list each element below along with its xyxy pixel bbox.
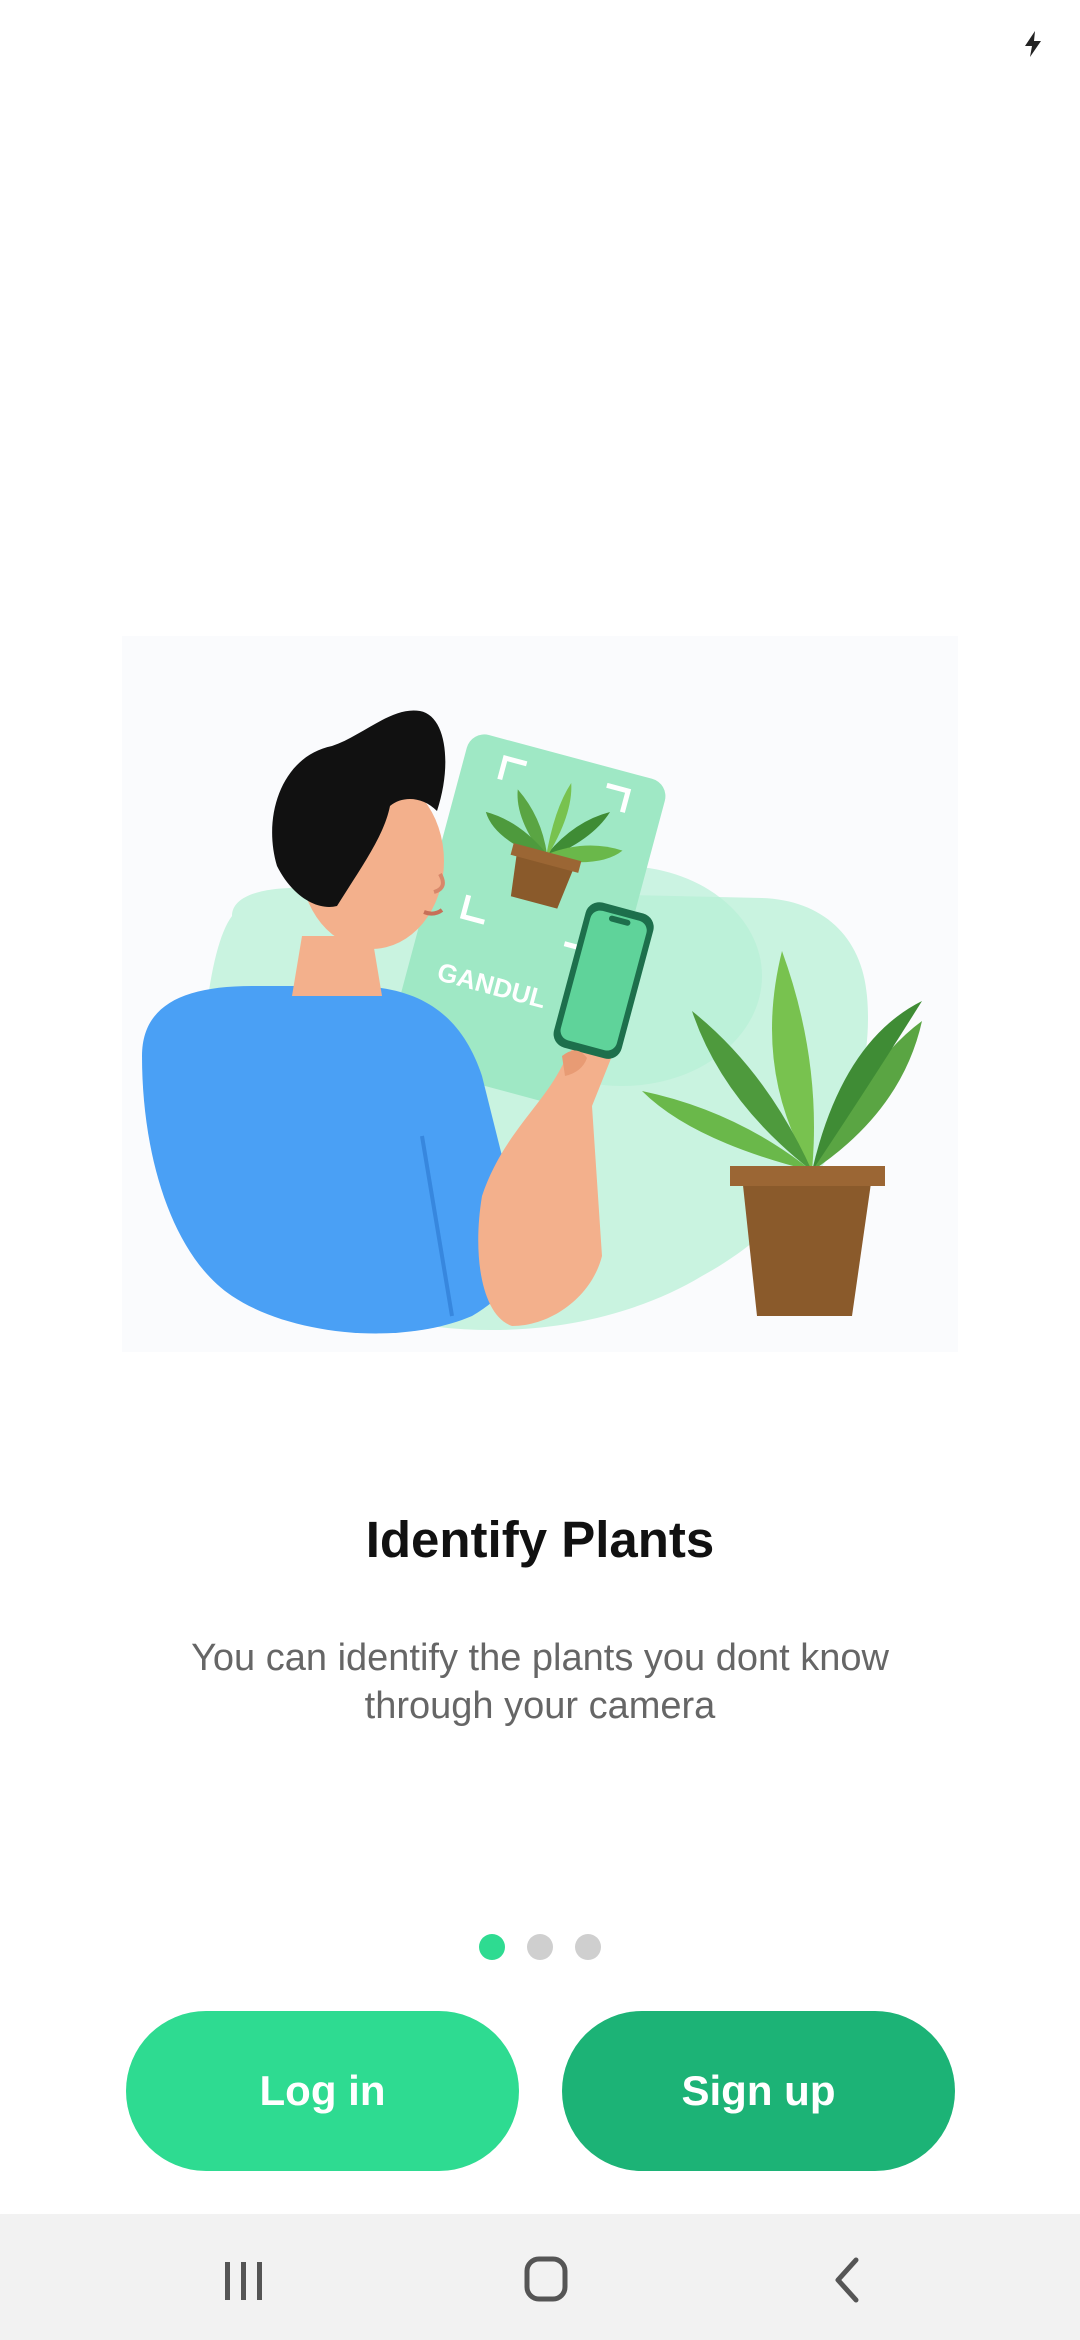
onboarding-description: You can identify the plants you dont kno… — [191, 1637, 889, 1727]
page-dot-3[interactable] — [575, 1934, 601, 1960]
charging-icon — [1025, 31, 1041, 57]
page-indicator — [0, 1934, 1080, 1962]
page-dot-1[interactable] — [479, 1934, 505, 1960]
onboarding-screen: GANDUL Identify Plants You can identify … — [0, 0, 1080, 2340]
login-button[interactable]: Log in — [126, 2011, 519, 2171]
signup-button[interactable]: Sign up — [562, 2011, 955, 2171]
onboarding-title: Identify Plants — [365, 1511, 715, 1568]
back-icon[interactable] — [808, 2242, 888, 2312]
home-icon[interactable] — [505, 2242, 585, 2312]
status-bar — [0, 0, 1080, 90]
system-navigation-bar — [0, 2214, 1080, 2340]
person-scanning-plant-illustration: GANDUL — [122, 636, 958, 1352]
page-dot-2[interactable] — [527, 1934, 553, 1960]
recents-icon[interactable] — [203, 2242, 283, 2312]
